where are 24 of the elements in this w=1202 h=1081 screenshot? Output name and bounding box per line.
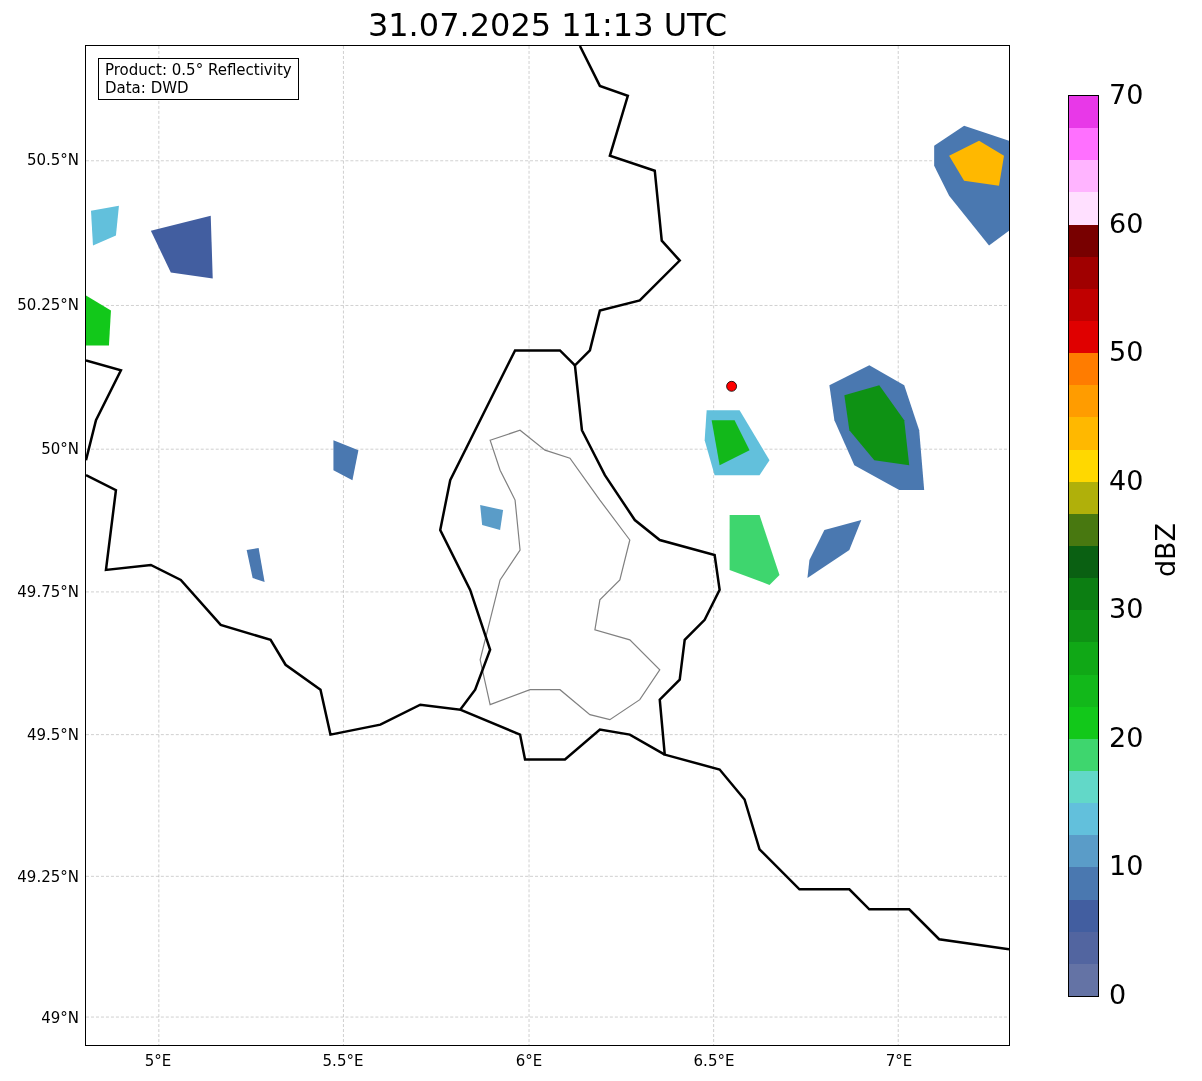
colorbar-tick-label: 50 [1109,337,1144,368]
latitude-label: 50.25°N [17,296,79,314]
colorbar-tick-label: 30 [1109,594,1144,625]
latitude-label: 49.75°N [17,583,79,601]
colorbar-tick-label: 60 [1109,208,1144,239]
legend-text: Data: DWD [105,79,190,97]
colorbar-tick-label: 0 [1109,980,1127,1010]
legend-text: Product: 0.5° Reflectivity [105,61,292,79]
longitude-label: 6.5°E [693,1052,735,1070]
colorbar-tick-label: 40 [1109,465,1144,496]
latitude-label: 49.25°N [17,868,79,886]
chart-title: 31.07.2025 11:13 UTC [367,5,728,45]
latitude-label: 50.5°N [26,151,79,169]
longitude-label: 5°E [144,1052,172,1070]
latitude-label: 49°N [41,1009,79,1027]
latitude-label: 50°N [41,440,79,458]
colorbar-label: dBZ [1151,522,1182,578]
longitude-label: 6°E [515,1052,543,1070]
colorbar-tick-label: 10 [1109,851,1144,882]
latitude-label: 49.5°N [26,726,79,744]
longitude-label: 5.5°E [322,1052,364,1070]
colorbar-tick-label: 20 [1109,722,1144,753]
colorbar-tick-label: 70 [1109,80,1144,110]
longitude-label: 7°E [885,1052,913,1070]
